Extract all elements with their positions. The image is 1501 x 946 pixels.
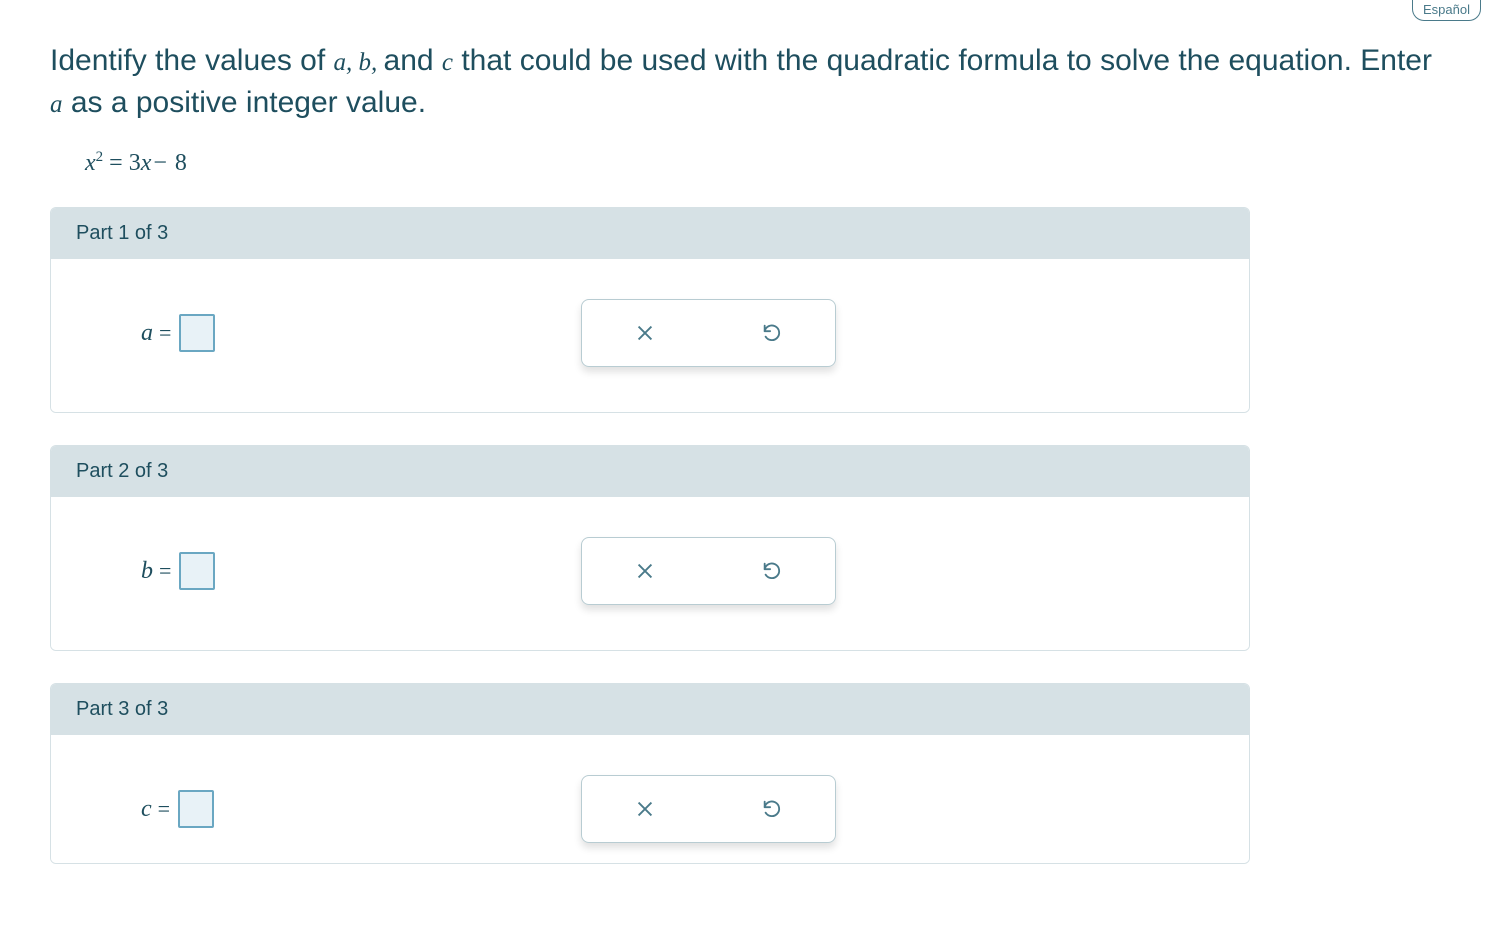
close-icon: [634, 322, 656, 344]
close-icon: [634, 798, 656, 820]
close-icon: [634, 560, 656, 582]
equation-display: x2 = 3x− 8: [85, 149, 1451, 177]
question-text: Identify the values of a, b, and c that …: [50, 40, 1451, 124]
main-content: Identify the values of a, b, and c that …: [0, 0, 1501, 884]
undo-icon: [761, 322, 783, 344]
answer-input-b[interactable]: [179, 552, 215, 590]
part-header: Part 3 of 3: [51, 684, 1249, 735]
answer-label-c: c: [141, 796, 152, 823]
controls-group: [581, 299, 836, 367]
parts-container: Part 1 of 3 a = Part 2 of 3: [50, 207, 1451, 864]
undo-icon: [761, 798, 783, 820]
reset-button[interactable]: [757, 318, 787, 348]
controls-group: [581, 775, 836, 843]
reset-button[interactable]: [757, 794, 787, 824]
part-1: Part 1 of 3 a =: [50, 207, 1250, 413]
part-2: Part 2 of 3 b =: [50, 445, 1250, 651]
clear-button[interactable]: [630, 794, 660, 824]
answer-label-a: a: [141, 320, 153, 347]
equals-sign: =: [158, 796, 170, 822]
undo-icon: [761, 560, 783, 582]
equals-sign: =: [159, 320, 171, 346]
part-body: b =: [51, 497, 1249, 650]
reset-button[interactable]: [757, 556, 787, 586]
language-badge[interactable]: Español: [1412, 0, 1481, 21]
part-header: Part 1 of 3: [51, 208, 1249, 259]
equals-sign: =: [159, 558, 171, 584]
answer-group-b: b =: [101, 552, 581, 590]
answer-group-a: a =: [101, 314, 581, 352]
clear-button[interactable]: [630, 318, 660, 348]
answer-input-c[interactable]: [178, 790, 214, 828]
part-body: c =: [51, 735, 1249, 863]
answer-label-b: b: [141, 558, 153, 585]
answer-group-c: c =: [101, 790, 581, 828]
answer-input-a[interactable]: [179, 314, 215, 352]
controls-group: [581, 537, 836, 605]
part-header: Part 2 of 3: [51, 446, 1249, 497]
part-3: Part 3 of 3 c =: [50, 683, 1250, 864]
clear-button[interactable]: [630, 556, 660, 586]
part-body: a =: [51, 259, 1249, 412]
